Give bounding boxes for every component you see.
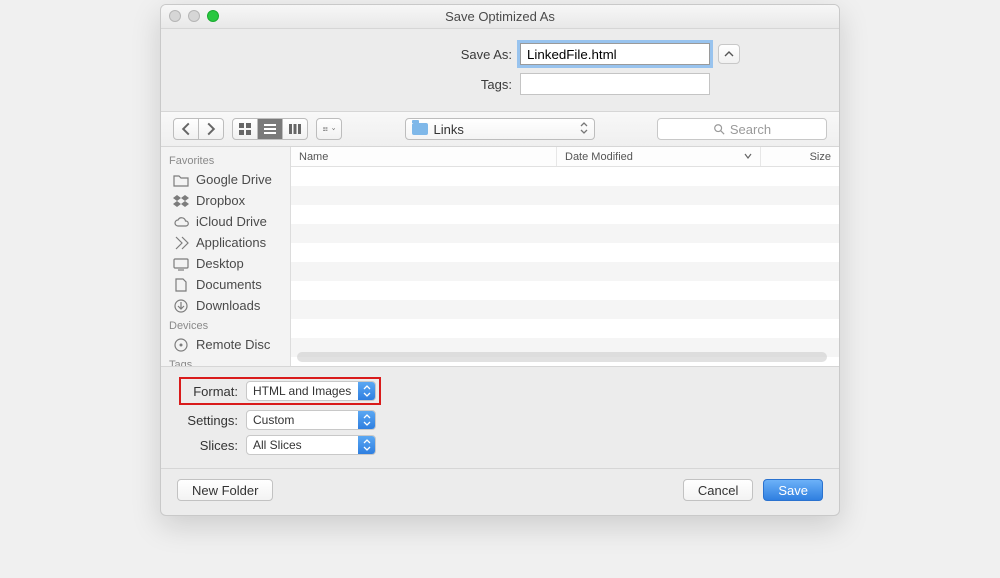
nav-forward-button[interactable] xyxy=(199,118,224,140)
save-fields: Save As: Tags: xyxy=(161,29,839,111)
list-icon xyxy=(263,122,277,136)
updown-icon xyxy=(358,411,375,429)
browser-toolbar: Links Search xyxy=(161,111,839,147)
format-highlight: Format: HTML and Images xyxy=(179,377,381,405)
folder-icon xyxy=(412,123,428,135)
slices-select[interactable]: All Slices xyxy=(246,435,376,455)
save-dialog: Save Optimized As Save As: Tags: xyxy=(160,4,840,516)
search-placeholder: Search xyxy=(730,122,771,137)
save-button[interactable]: Save xyxy=(763,479,823,501)
nav-back-button[interactable] xyxy=(173,118,199,140)
chevron-down-icon xyxy=(744,151,752,163)
sidebar-item-label: Applications xyxy=(196,235,266,250)
chevron-left-icon xyxy=(179,122,193,136)
slices-value: All Slices xyxy=(253,438,302,452)
collapse-toggle-button[interactable] xyxy=(718,44,740,64)
updown-icon xyxy=(358,382,375,400)
settings-label: Settings: xyxy=(184,413,246,428)
file-list-pane: Name Date Modified Size xyxy=(291,147,839,366)
cancel-button[interactable]: Cancel xyxy=(683,479,753,501)
horizontal-scrollbar[interactable] xyxy=(297,352,827,362)
titlebar: Save Optimized As xyxy=(161,5,839,29)
group-icon xyxy=(323,127,328,132)
sidebar-item-label: Desktop xyxy=(196,256,244,271)
window-title: Save Optimized As xyxy=(161,5,839,29)
sidebar-item-label: Documents xyxy=(196,277,262,292)
disc-icon xyxy=(173,338,189,352)
dropbox-icon xyxy=(173,194,189,208)
zoom-window-button[interactable] xyxy=(207,10,219,22)
view-columns-button[interactable] xyxy=(283,118,308,140)
sidebar-item-dropbox[interactable]: Dropbox xyxy=(161,190,290,211)
sidebar-devices-header: Devices xyxy=(161,316,290,334)
search-icon xyxy=(713,123,725,135)
sidebar-item-applications[interactable]: Applications xyxy=(161,232,290,253)
close-window-button[interactable] xyxy=(169,10,181,22)
tags-input[interactable] xyxy=(520,73,710,95)
sidebar-item-label: Remote Disc xyxy=(196,337,270,352)
sidebar: Favorites Google Drive Dropbox iCloud Dr… xyxy=(161,147,291,366)
action-bar: New Folder Cancel Save xyxy=(161,469,839,515)
sidebar-item-label: Downloads xyxy=(196,298,260,313)
tags-label: Tags: xyxy=(260,77,520,92)
apps-icon xyxy=(173,236,189,250)
search-field[interactable]: Search xyxy=(657,118,827,140)
slices-label: Slices: xyxy=(184,438,246,453)
grid-icon xyxy=(238,122,252,136)
sidebar-item-remote-disc[interactable]: Remote Disc xyxy=(161,334,290,355)
download-icon xyxy=(173,299,189,313)
current-folder-popup[interactable]: Links xyxy=(405,118,595,140)
updown-icon xyxy=(358,436,375,454)
format-label: Format: xyxy=(184,384,246,399)
format-select[interactable]: HTML and Images xyxy=(246,381,376,401)
current-folder-name: Links xyxy=(434,122,464,137)
desktop-icon xyxy=(173,257,189,271)
group-by-button[interactable] xyxy=(316,118,342,140)
settings-value: Custom xyxy=(253,413,294,427)
settings-select[interactable]: Custom xyxy=(246,410,376,430)
doc-icon xyxy=(173,278,189,292)
sidebar-item-desktop[interactable]: Desktop xyxy=(161,253,290,274)
save-as-input[interactable] xyxy=(520,43,710,65)
column-name[interactable]: Name xyxy=(291,147,557,166)
cloud-icon xyxy=(173,215,189,229)
save-as-label: Save As: xyxy=(260,47,520,62)
column-size[interactable]: Size xyxy=(761,147,839,166)
column-date[interactable]: Date Modified xyxy=(557,147,761,166)
sidebar-item-downloads[interactable]: Downloads xyxy=(161,295,290,316)
column-headers: Name Date Modified Size xyxy=(291,147,839,167)
sidebar-item-google-drive[interactable]: Google Drive xyxy=(161,169,290,190)
sidebar-item-documents[interactable]: Documents xyxy=(161,274,290,295)
new-folder-button[interactable]: New Folder xyxy=(177,479,273,501)
sidebar-favorites-header: Favorites xyxy=(161,151,290,169)
updown-icon xyxy=(580,122,588,137)
window-controls xyxy=(169,10,219,22)
chevron-right-icon xyxy=(204,122,218,136)
columns-icon xyxy=(288,122,302,136)
view-mode-segment xyxy=(232,118,308,140)
sidebar-item-label: Google Drive xyxy=(196,172,272,187)
view-icons-button[interactable] xyxy=(232,118,258,140)
view-list-button[interactable] xyxy=(258,118,283,140)
sidebar-item-icloud[interactable]: iCloud Drive xyxy=(161,211,290,232)
file-rows[interactable] xyxy=(291,167,839,366)
sidebar-item-label: iCloud Drive xyxy=(196,214,267,229)
minimize-window-button[interactable] xyxy=(188,10,200,22)
sidebar-item-label: Dropbox xyxy=(196,193,245,208)
chevron-up-icon xyxy=(724,49,734,59)
nav-back-forward xyxy=(173,118,224,140)
format-options: Format: HTML and Images Settings: Custom… xyxy=(161,367,839,469)
file-browser: Favorites Google Drive Dropbox iCloud Dr… xyxy=(161,147,839,367)
folder-icon xyxy=(173,173,189,187)
sidebar-tags-header: Tags xyxy=(161,355,290,366)
format-value: HTML and Images xyxy=(253,384,351,398)
chevron-down-icon xyxy=(332,125,335,133)
